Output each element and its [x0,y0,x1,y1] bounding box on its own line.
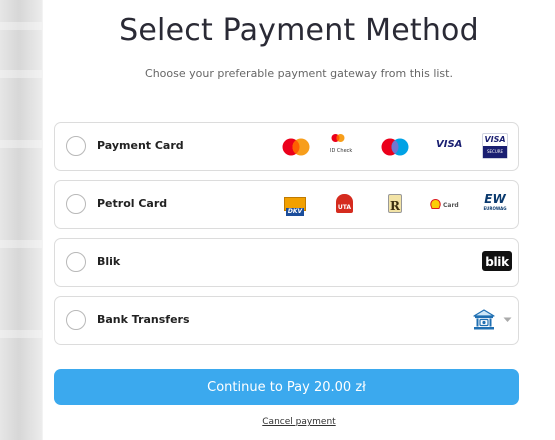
blik-logo: blik [482,251,512,271]
routex-logo: R [388,194,402,213]
shell-icon [430,199,441,209]
dkv-logo: DKV [284,197,306,216]
blik-logo-text: blik [485,255,509,269]
visa-secure-top-text: VISA [484,135,506,144]
bank-transfers-radio[interactable] [66,310,86,330]
dkv-text: DKV [285,208,305,216]
option-bank-transfers[interactable]: Bank Transfers [54,296,519,345]
continue-to-pay-button[interactable]: Continue to Pay 20.00 zł [54,369,519,405]
blik-label: Blik [97,255,121,268]
uta-logo: UTA [336,194,353,213]
petrol-card-radio[interactable] [66,194,86,214]
payment-card-radio[interactable] [66,136,86,156]
blik-radio[interactable] [66,252,86,272]
option-blik[interactable]: Blik blik [54,238,519,287]
eurowag-logo: EW EUROWAG [480,193,510,215]
background-page-edge [0,0,43,440]
visa-secure-bottom-text: SECURE [483,146,507,158]
maestro-logo [381,138,409,156]
visa-secure-logo: VISA SECURE [482,133,508,159]
shell-card-logo: Card [443,202,459,209]
cancel-payment-link[interactable]: Cancel payment [43,417,555,427]
bank-transfers-label: Bank Transfers [97,313,190,326]
id-check-mark-icon [331,134,345,142]
eurowag-name-text: EUROWAG [483,206,507,211]
routex-text: R [390,199,400,213]
petrol-card-label: Petrol Card [97,197,168,210]
payment-card-label: Payment Card [97,139,184,152]
payment-method-panel: Select Payment Method Choose your prefer… [43,0,555,440]
id-check-logo: ID Check [330,148,353,154]
eurowag-mark-text: EW [484,192,506,206]
option-petrol-card[interactable]: Petrol Card DKV UTA R Card EW EUROWAG [54,180,519,229]
page-title: Select Payment Method [119,13,479,48]
uta-text: UTA [337,204,352,211]
bank-icon [473,309,495,330]
option-payment-card[interactable]: Payment Card ID Check VISA VISA SECURE [54,122,519,171]
mastercard-logo [282,138,310,156]
visa-logo: VISA [436,139,463,150]
chevron-down-icon[interactable] [503,317,512,323]
page-subtitle: Choose your preferable payment gateway f… [145,67,453,80]
